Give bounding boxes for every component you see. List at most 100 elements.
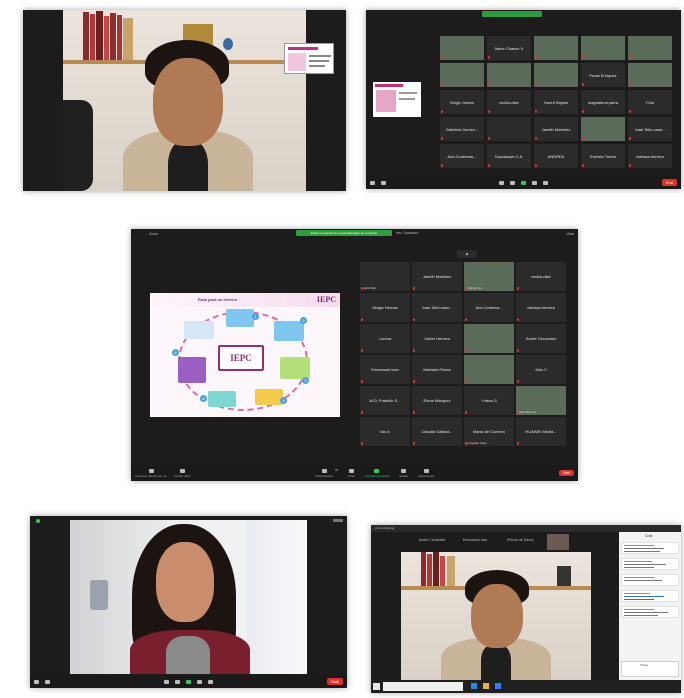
participant-name: ANDREA — [547, 153, 565, 159]
leave-meeting-button[interactable]: Salir — [326, 678, 343, 685]
participant-tile[interactable]: Karla Tello — [360, 262, 410, 291]
reactions-button[interactable] — [207, 679, 213, 684]
participant-tile[interactable] — [581, 36, 625, 60]
participant-tile[interactable]: Karla Ruiz Zo... — [516, 386, 566, 415]
participant-tile[interactable]: Fela — [628, 90, 672, 114]
start-video-button[interactable]: Iniciar video — [175, 468, 191, 478]
participant-tile[interactable]: Sergio Ireban — [440, 90, 484, 114]
meeting-toolbar: Cancelar silencio de mi... Iniciar video… — [131, 465, 578, 481]
participant-tile[interactable]: Elena Márquez — [412, 386, 462, 415]
participant-tile[interactable]: Ana Contrera... — [464, 293, 514, 322]
participant-tile[interactable] — [534, 63, 578, 87]
share-banner[interactable]: Estás compartiendo la pantalla Dejar de … — [296, 230, 392, 236]
participant-tile[interactable] — [440, 63, 484, 87]
participant-tile[interactable]: Javier Herrera — [412, 324, 462, 353]
participant-tile[interactable]: Lorena — [360, 324, 410, 353]
record-button[interactable] — [196, 679, 202, 684]
participant-name: Huerti Saylan — [543, 99, 568, 105]
participant-tile[interactable]: magdalena.parra — [581, 90, 625, 114]
participant-tile[interactable]: Cristina Fer... — [464, 262, 514, 291]
participant-tile[interactable]: Isis A — [360, 417, 410, 446]
participant-tile[interactable]: ANDREA — [534, 144, 578, 168]
record-button[interactable] — [532, 180, 538, 185]
leave-meeting-button[interactable]: Salir — [558, 470, 574, 476]
participant-tile[interactable]: Janeth Martinez — [412, 262, 462, 291]
participant-tile[interactable]: Ernesto Torres — [581, 144, 625, 168]
reactions-button[interactable] — [543, 180, 549, 185]
chat-input[interactable]: Todos — [621, 661, 679, 677]
shared-slide-thumbnail[interactable] — [373, 82, 421, 117]
video-button[interactable] — [381, 180, 386, 185]
chat-button[interactable]: Chat — [348, 468, 355, 478]
end-meeting-button[interactable]: End — [661, 179, 677, 186]
participant-name: André Cervantes — [525, 336, 556, 341]
participants-button[interactable] — [163, 679, 169, 684]
participant-tile[interactable]: Huerti Saylan — [534, 90, 578, 114]
participant-tile[interactable]: Jaime Chavez V. — [487, 36, 531, 60]
participant-tile[interactable]: Emmanuel Ivan — [360, 355, 410, 384]
participant-tile[interactable]: Juan Sebi caso... — [412, 293, 462, 322]
participant-tile[interactable]: Janeth Martinez — [534, 117, 578, 141]
share-banner[interactable] — [482, 11, 542, 17]
participant-tile[interactable]: M.D. Franklin S... — [360, 386, 410, 415]
taskbar-search[interactable] — [383, 682, 463, 691]
participant-tile[interactable] — [487, 117, 531, 141]
participant-tile[interactable]: André Cervantes — [516, 324, 566, 353]
view-options[interactable]: Ver: Opciones — [396, 231, 418, 235]
participant-tile[interactable]: María del Carmen Compartir vista... — [464, 417, 514, 446]
participant-tile[interactable]: Yriana G — [464, 386, 514, 415]
share-screen-button[interactable] — [521, 180, 527, 185]
taskbar-app-icon[interactable] — [483, 683, 489, 689]
view-toggle[interactable]: Vista — [566, 232, 574, 236]
reaction-icon — [543, 180, 549, 185]
participant-tile[interactable]: HUAWEI Media... — [516, 417, 566, 446]
participant-tile[interactable]: clarissa.herrera — [628, 144, 672, 168]
participant-name: Ana Contrera... — [475, 305, 503, 310]
participant-tile[interactable]: cecilia.diaz — [487, 90, 531, 114]
start-button[interactable] — [373, 683, 380, 690]
shared-screen-thumbnail[interactable] — [284, 43, 334, 74]
participant-tile[interactable] — [440, 36, 484, 60]
taskbar-app-icon[interactable] — [495, 683, 501, 689]
muted-mic-icon — [582, 137, 584, 140]
participants-button[interactable]: Participantes — [315, 468, 333, 478]
participant-tile[interactable]: Guadalupe C.A. — [487, 144, 531, 168]
view-toggle[interactable] — [333, 519, 343, 522]
participant-tile[interactable]: Gabriela Gomez... — [440, 117, 484, 141]
video-button[interactable] — [45, 679, 50, 684]
participant-tile[interactable]: Ana Contreras... — [440, 144, 484, 168]
participant-tile[interactable] — [464, 355, 514, 384]
record-button[interactable]: Grabar — [399, 468, 408, 478]
participant-tile[interactable]: Paola Enriquez — [581, 63, 625, 87]
participant-tile[interactable] — [628, 63, 672, 87]
participant-tile[interactable]: Claudia Gallard... — [412, 417, 462, 446]
chat-button[interactable] — [174, 679, 180, 684]
chat-button[interactable] — [510, 180, 516, 185]
unmute-button[interactable]: Cancelar silencio de mi... — [135, 468, 169, 478]
participant-tile[interactable] — [628, 36, 672, 60]
participant-tile[interactable]: Juan Tello casa... — [628, 117, 672, 141]
chat-title: Chat — [645, 534, 653, 538]
participant-tile[interactable] — [581, 117, 625, 141]
share-screen-button[interactable] — [185, 679, 191, 684]
participant-tile[interactable]: Sergio Hernan — [360, 293, 410, 322]
participant-tile[interactable] — [534, 36, 578, 60]
participant-name: Sergio Ireban — [449, 99, 474, 105]
participant-name: Ana Contreras... — [447, 153, 477, 159]
participant-tile[interactable] — [464, 324, 514, 353]
microphone-icon — [149, 468, 155, 473]
participant-tile[interactable]: Marisela Flores — [412, 355, 462, 384]
reactions-button[interactable]: Reacciones — [418, 468, 434, 478]
participant-tile[interactable] — [487, 63, 531, 87]
share-screen-button[interactable]: Compartir pantalla — [365, 468, 389, 478]
participant-tile[interactable]: cecilia.diaz — [516, 262, 566, 291]
security-icon[interactable] — [36, 518, 40, 523]
gallery-scroll-up[interactable]: ▴ — [457, 250, 477, 258]
mute-button[interactable] — [34, 679, 39, 684]
participants-button[interactable] — [499, 180, 505, 185]
taskbar-app-icon[interactable] — [471, 683, 477, 689]
participant-tile[interactable]: Julio C — [516, 355, 566, 384]
mute-button[interactable] — [370, 180, 375, 185]
participant-tile[interactable]: clarissa.herrera — [516, 293, 566, 322]
chat-recipient-select[interactable]: Todos — [640, 663, 648, 667]
